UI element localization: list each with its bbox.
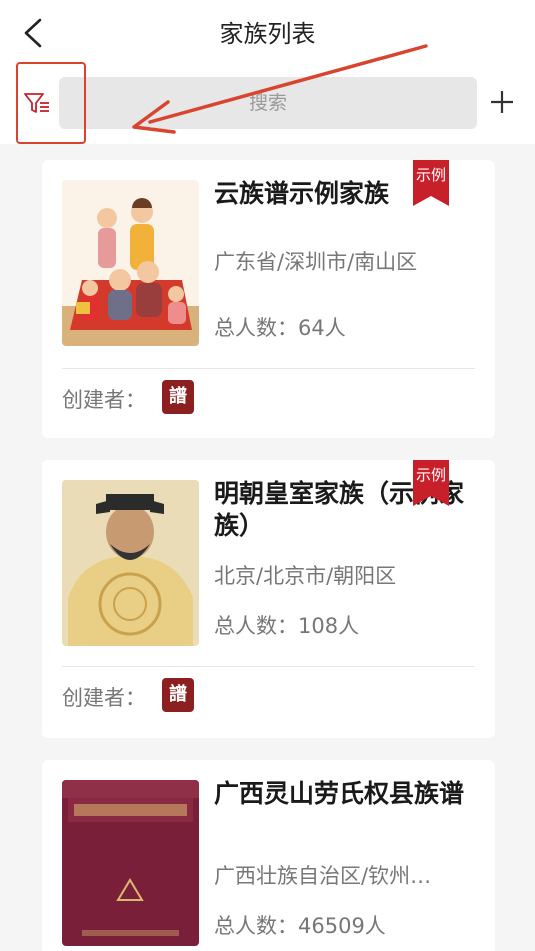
family-location: 北京/北京市/朝阳区 <box>214 564 397 588</box>
search-input[interactable] <box>59 77 477 129</box>
nav-bar: 家族列表 <box>0 0 535 64</box>
family-member-count: 总人数：108人 <box>214 614 360 638</box>
family-location: 广西壮族自治区/钦州… <box>214 864 432 888</box>
genealogy-book-cover-image <box>62 780 199 946</box>
example-badge: 示例 <box>415 166 446 184</box>
card-divider <box>62 368 475 369</box>
creator-avatar[interactable]: 譜 <box>162 380 194 414</box>
family-name: 广西灵山劳氏权县族谱 <box>214 779 465 808</box>
creator-avatar[interactable]: 譜 <box>162 678 194 712</box>
emperor-portrait-image <box>62 480 199 646</box>
family-location: 广东省/深圳市/南山区 <box>214 250 418 274</box>
add-icon[interactable] <box>488 88 516 116</box>
family-card[interactable]: 广西灵山劳氏权县族谱 广西壮族自治区/钦州… 总人数：46509人 <box>42 760 495 951</box>
family-member-count: 总人数：64人 <box>214 316 346 340</box>
family-card[interactable]: 云族谱示例家族 示例 广东省/深圳市/南山区 总人数：64人 创建者： 譜 <box>42 160 495 438</box>
card-divider <box>62 666 475 667</box>
highlight-box <box>16 62 86 144</box>
family-card[interactable]: 明朝皇室家族（示例家族） 示例 北京/北京市/朝阳区 总人数：108人 创建者：… <box>42 460 495 738</box>
family-illustration-image <box>62 180 199 346</box>
creator-label: 创建者： <box>62 388 146 412</box>
creator-label: 创建者： <box>62 686 146 710</box>
family-member-count: 总人数：46509人 <box>214 914 386 938</box>
page-title: 家族列表 <box>219 20 316 48</box>
example-badge: 示例 <box>415 466 446 484</box>
